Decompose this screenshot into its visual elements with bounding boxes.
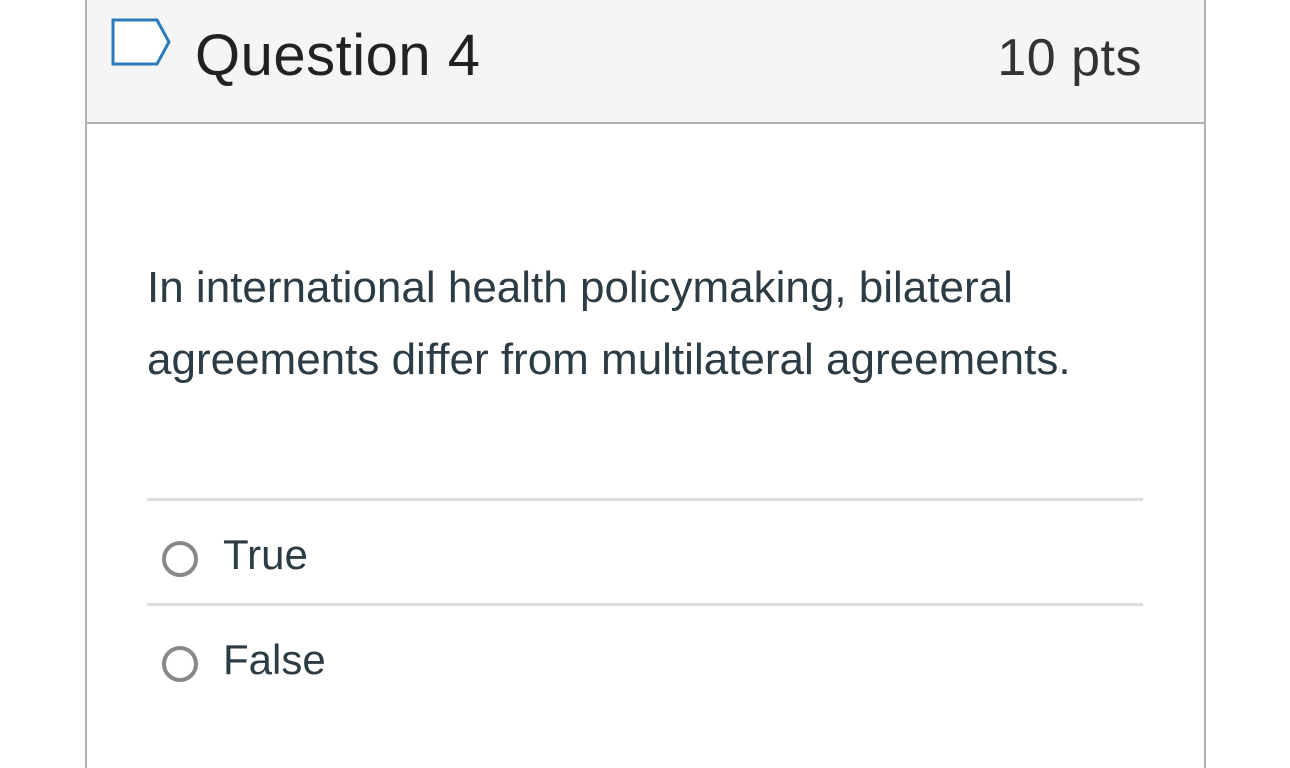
answer-option-false[interactable]: False <box>147 603 1143 708</box>
question-points: 10 pts <box>997 29 1142 87</box>
question-header: Question 4 10 pts <box>87 0 1204 124</box>
bookmark-flag-icon[interactable] <box>111 18 173 68</box>
question-text: In international health policymaking, bi… <box>147 263 1071 384</box>
answer-label: False <box>223 636 326 683</box>
question-card: Question 4 10 pts In international healt… <box>85 0 1206 768</box>
question-title: Question 4 <box>195 23 481 88</box>
radio-button-icon[interactable] <box>162 541 198 577</box>
answer-option-true[interactable]: True <box>147 498 1143 603</box>
radio-button-icon[interactable] <box>162 646 198 682</box>
answer-list: True False <box>147 498 1143 708</box>
answer-label: True <box>223 531 308 578</box>
